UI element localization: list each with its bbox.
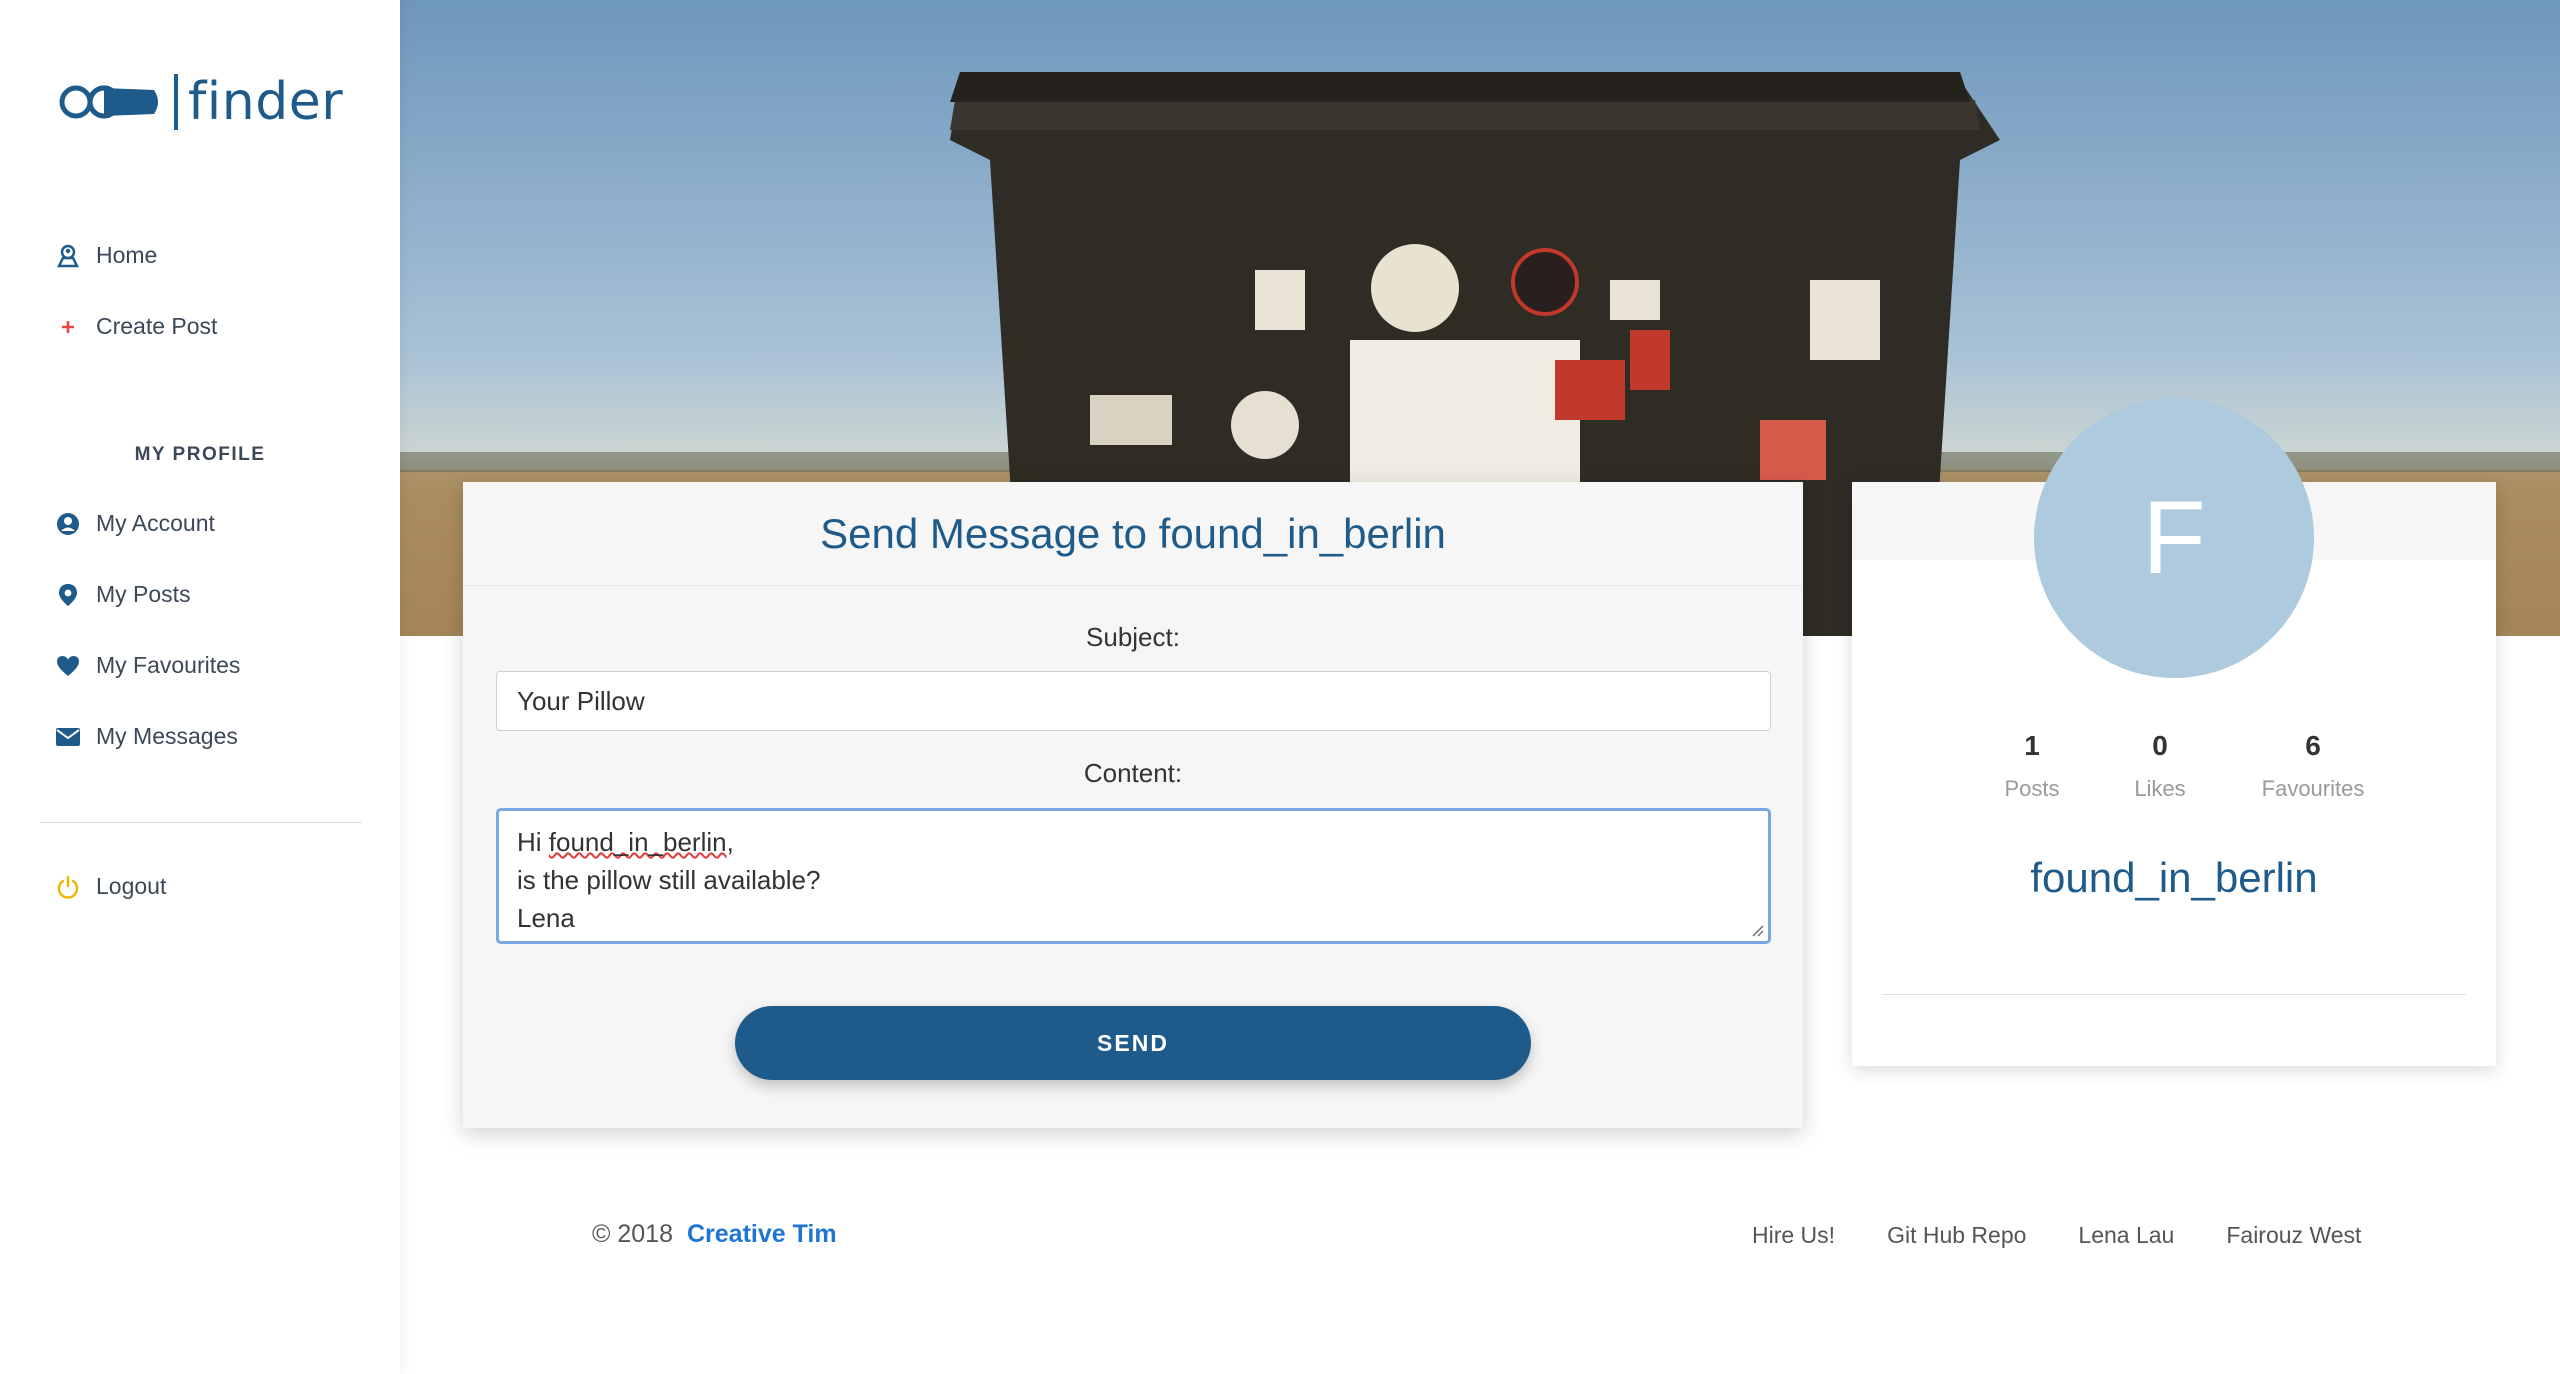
- nav-my-messages[interactable]: My Messages: [56, 723, 238, 750]
- map-pin-person-icon: [56, 244, 80, 268]
- footer-links: Hire Us! Git Hub Repo Lena Lau Fairouz W…: [1752, 1222, 2413, 1249]
- stat-likes-label: Likes: [2134, 776, 2186, 801]
- location-pin-icon: [56, 583, 80, 607]
- binoculars-logo-icon: [59, 85, 158, 119]
- profile-username: found_in_berlin: [2030, 854, 2318, 901]
- stat-likes[interactable]: 0 Likes: [2080, 730, 2240, 802]
- user-circle-icon: [56, 512, 80, 536]
- content-textarea[interactable]: Hi found_in_berlin, is the pillow still …: [496, 808, 1771, 944]
- nav-my-favourites[interactable]: My Favourites: [56, 652, 240, 679]
- stat-likes-value: 0: [2152, 730, 2168, 761]
- content-line-2: is the pillow still available?: [517, 865, 821, 895]
- logo-divider: [174, 74, 178, 130]
- logo-text: finder: [188, 72, 344, 132]
- subject-label: Subject:: [1086, 622, 1180, 652]
- stat-favourites-label: Favourites: [2261, 776, 2365, 801]
- nav-home-label: Home: [96, 242, 158, 268]
- nav-logout-label: Logout: [96, 873, 167, 899]
- nav-my-account-label: My Account: [96, 510, 215, 536]
- footer-link-lena-lau[interactable]: Lena Lau: [2078, 1222, 2174, 1249]
- content-line-3: Lena: [517, 903, 575, 933]
- nav-my-posts-label: My Posts: [96, 581, 191, 607]
- send-message-card: Send Message to found_in_berlin Subject:…: [463, 482, 1803, 1128]
- content-line-1: Hi found_in_berlin,: [517, 827, 734, 857]
- nav-create-post[interactable]: Create Post: [56, 313, 217, 340]
- nav-create-post-label: Create Post: [96, 313, 218, 339]
- nav-my-account[interactable]: My Account: [56, 510, 215, 537]
- power-icon: [56, 875, 80, 899]
- plus-icon: [56, 315, 80, 339]
- stat-favourites-value: 6: [2305, 730, 2321, 761]
- footer-link-hire-us[interactable]: Hire Us!: [1752, 1222, 1835, 1249]
- send-button[interactable]: SEND: [735, 1006, 1531, 1080]
- finder-logo[interactable]: finder: [58, 74, 343, 130]
- footer-link-github-repo[interactable]: Git Hub Repo: [1887, 1222, 2026, 1249]
- sidebar: finder Home Create Post MY PROFILE My Ac…: [0, 0, 400, 1374]
- nav-logout[interactable]: Logout: [56, 873, 166, 900]
- heart-icon: [56, 654, 80, 678]
- footer-link-fairouz-west[interactable]: Fairouz West: [2226, 1222, 2361, 1249]
- footer-copyright: © 2018 Creative Tim: [592, 1220, 837, 1249]
- copyright-text: © 2018: [592, 1220, 673, 1248]
- profile-divider: [1882, 994, 2466, 995]
- nav-my-favourites-label: My Favourites: [96, 652, 241, 678]
- stat-favourites[interactable]: 6 Favourites: [2233, 730, 2393, 802]
- send-message-title: Send Message to found_in_berlin: [820, 509, 1446, 557]
- sidebar-divider: [40, 822, 362, 823]
- avatar[interactable]: F: [2034, 398, 2314, 678]
- subject-input[interactable]: [496, 671, 1771, 731]
- profile-card: F 1 Posts 0 Likes 6 Favourites found_in_…: [1852, 398, 2496, 1066]
- nav-my-messages-label: My Messages: [96, 723, 238, 749]
- creative-tim-link[interactable]: Creative Tim: [687, 1220, 837, 1249]
- content-label: Content:: [1083, 758, 1183, 788]
- nav-home[interactable]: Home: [56, 242, 157, 269]
- nav-my-posts[interactable]: My Posts: [56, 581, 191, 608]
- misspelled-word: found_in_berlin: [548, 827, 727, 857]
- envelope-icon: [56, 725, 80, 749]
- resize-grip-icon[interactable]: [1750, 923, 1764, 937]
- send-message-header: Send Message to found_in_berlin: [463, 482, 1803, 586]
- my-profile-heading: MY PROFILE: [134, 444, 266, 465]
